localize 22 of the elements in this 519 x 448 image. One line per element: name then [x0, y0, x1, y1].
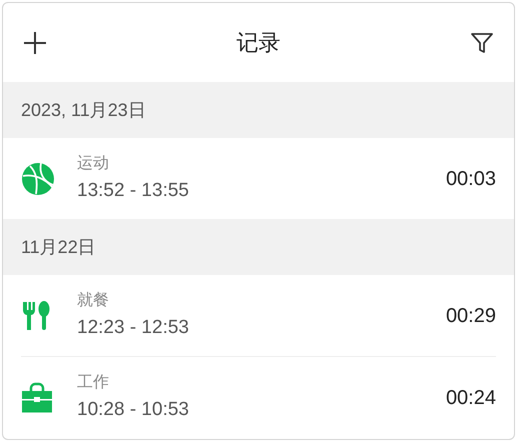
filter-icon: [470, 30, 494, 54]
duration: 00:29: [446, 304, 496, 328]
record-row[interactable]: 运动 13:52 - 13:55 00:03: [21, 138, 496, 219]
time-range: 10:28 - 10:53: [77, 398, 190, 422]
fork-spoon-icon: [21, 300, 51, 332]
add-button[interactable]: [23, 30, 47, 54]
time-range: 13:52 - 13:55: [77, 178, 190, 202]
record-row[interactable]: 工作 10:28 - 10:53 00:24: [21, 357, 496, 438]
ball-icon: [21, 162, 55, 196]
activity-name: 运动: [77, 154, 110, 174]
plus-icon: [23, 30, 47, 54]
briefcase-icon: [21, 382, 53, 414]
date-label: 11月22日: [21, 236, 96, 258]
record-row[interactable]: 就餐 12:23 - 12:53 00:29: [21, 275, 496, 356]
filter-button[interactable]: [470, 30, 494, 54]
duration: 00:03: [446, 166, 496, 192]
activity-name: 就餐: [77, 290, 110, 310]
page-title: 记录: [236, 29, 280, 57]
duration: 00:24: [446, 386, 496, 410]
activity-name: 工作: [77, 372, 110, 392]
date-label: 2023, 11月23日: [21, 98, 146, 122]
time-range: 12:23 - 12:53: [77, 316, 190, 340]
